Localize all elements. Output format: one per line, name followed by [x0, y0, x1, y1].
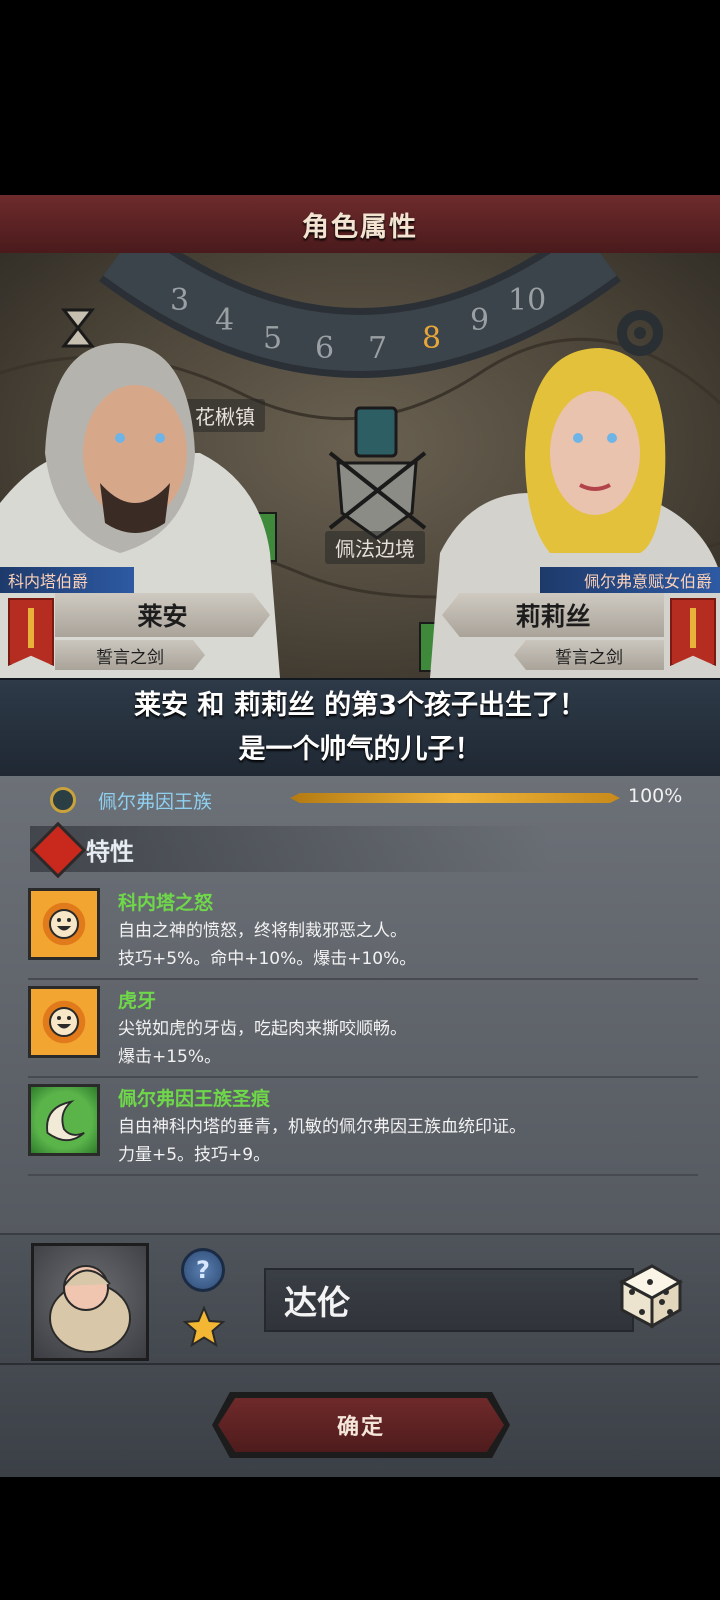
- map-label-border: 佩法边境: [325, 531, 425, 564]
- trait-name: 佩尔弗因王族圣痕: [118, 1088, 271, 1110]
- lineage-progress-bar: [290, 793, 620, 803]
- title-bar: 角色属性: [0, 195, 720, 255]
- mother-subtitle-plate: 誓言之剑: [514, 640, 664, 670]
- mother-banner-icon: [670, 598, 716, 666]
- trait-effect: 爆击+15%。: [118, 1047, 222, 1067]
- mother-name-plate: 莉莉丝: [442, 593, 664, 637]
- lineage-row: 佩尔弗因王族: [50, 785, 212, 815]
- trait-item[interactable]: 科内塔之怒 自由之神的愤怒，终将制裁邪恶之人。 技巧+5%。命中+10%。爆击+…: [28, 888, 698, 980]
- lineage-percent: 100%: [628, 785, 683, 807]
- help-button[interactable]: ?: [181, 1248, 225, 1292]
- lineage-crest-icon: [50, 787, 76, 813]
- shield-emblem-icon: [328, 406, 427, 540]
- confirm-label: 确定: [336, 1415, 385, 1440]
- sun-face-icon: [28, 888, 100, 960]
- birth-message-line1: 莱安 和 莉莉丝 的第3个孩子出生了！: [134, 690, 586, 721]
- trait-name: 虎牙: [118, 990, 157, 1012]
- mother-rank: 佩尔弗意赋女伯爵: [540, 567, 720, 593]
- trait-description: 自由之神的愤怒，终将制裁邪恶之人。: [118, 921, 407, 941]
- lineage-name: 佩尔弗因王族: [98, 790, 213, 813]
- star-icon: [182, 1305, 226, 1348]
- sun-face-icon: [28, 986, 100, 1058]
- dial-number: 7: [368, 331, 388, 366]
- trait-item[interactable]: 虎牙 尖锐如虎的牙齿，吃起肉来撕咬顺畅。 爆击+15%。: [28, 986, 698, 1078]
- random-name-button[interactable]: [612, 1256, 686, 1330]
- father-subtitle-plate: 誓言之剑: [55, 640, 205, 670]
- trait-name: 科内塔之怒: [118, 892, 214, 914]
- father-rank: 科内塔伯爵: [0, 567, 134, 593]
- mother-rank-label: 佩尔弗意赋女伯爵: [583, 572, 712, 591]
- confirm-button[interactable]: 确定: [218, 1398, 504, 1452]
- father-name-plate: 莱安: [55, 593, 270, 637]
- mother-name: 莉莉丝: [515, 602, 591, 631]
- trait-description: 自由神科内塔的垂青，机敏的佩尔弗因王族血统印证。: [118, 1117, 526, 1137]
- page-title: 角色属性: [302, 211, 418, 243]
- baby-portrait: [31, 1243, 149, 1361]
- dial-number: 6: [315, 331, 335, 366]
- trait-effect: 技巧+5%。命中+10%。爆击+10%。: [118, 949, 417, 969]
- father-subtitle: 誓言之剑: [96, 647, 164, 668]
- birth-message-line2: 是一个帅气的儿子！: [238, 734, 482, 765]
- father-banner-icon: [8, 598, 54, 666]
- mother-subtitle: 誓言之剑: [555, 647, 623, 668]
- dice-icon: [618, 1264, 684, 1329]
- child-name-value: 达伦: [284, 1283, 350, 1322]
- crescent-icon: [28, 1084, 100, 1156]
- favorite-star-button[interactable]: [182, 1305, 226, 1349]
- father-name: 莱安: [137, 602, 188, 631]
- trait-description: 尖锐如虎的牙齿，吃起肉来撕咬顺畅。: [118, 1019, 407, 1039]
- traits-title: 特性: [86, 838, 134, 866]
- birth-message: 莱安 和 莉莉丝 的第3个孩子出生了！ 是一个帅气的儿子！: [0, 678, 720, 778]
- child-name-input[interactable]: 达伦: [264, 1268, 634, 1332]
- father-rank-label: 科内塔伯爵: [8, 572, 89, 591]
- trait-item[interactable]: 佩尔弗因王族圣痕 自由神科内塔的垂青，机敏的佩尔弗因王族血统印证。 力量+5。技…: [28, 1084, 698, 1176]
- trait-effect: 力量+5。技巧+9。: [118, 1145, 271, 1165]
